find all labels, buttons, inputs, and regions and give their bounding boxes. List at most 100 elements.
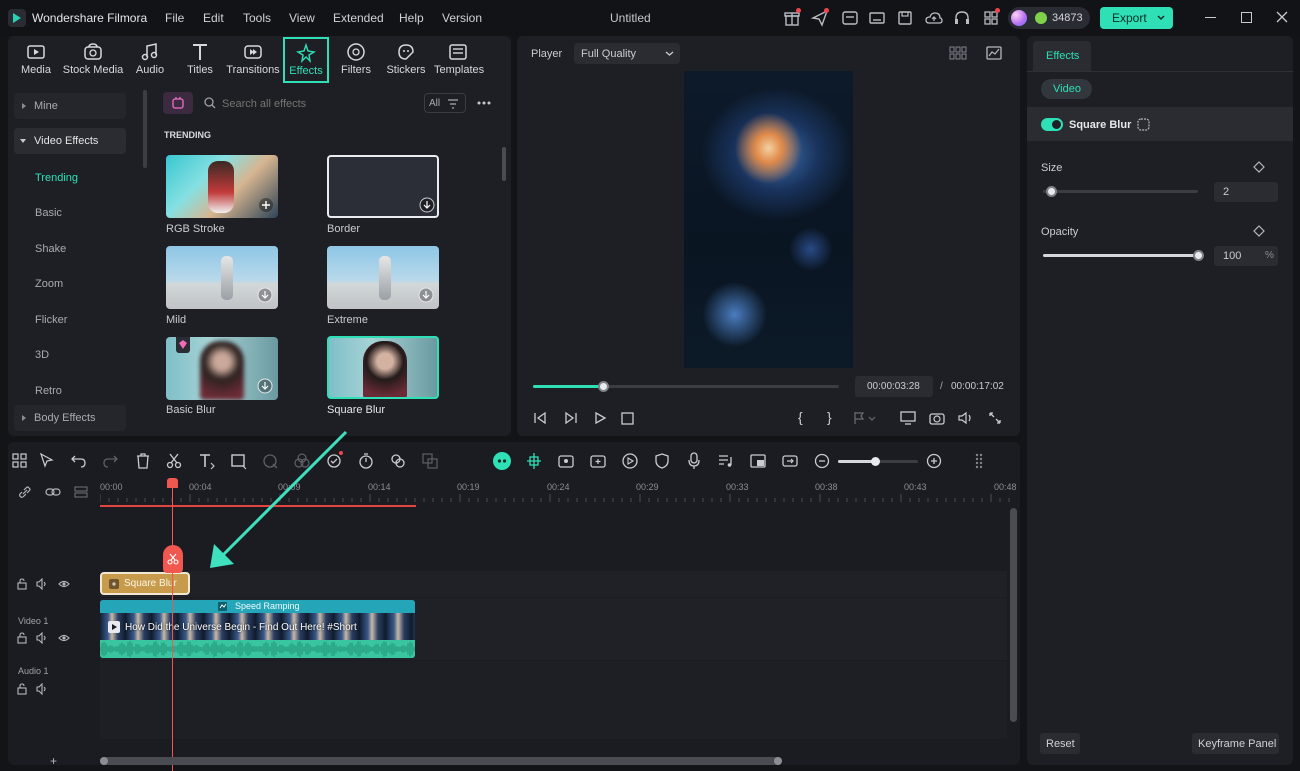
sidebar-item-flicker[interactable]: Flicker [35, 307, 67, 333]
keyframe-diamond-icon[interactable] [1253, 225, 1265, 237]
select-tool-icon[interactable] [37, 451, 57, 471]
size-slider[interactable] [1043, 186, 1198, 197]
effect-thumb-extreme[interactable] [327, 246, 439, 309]
tab-filters[interactable]: Filters [339, 38, 373, 82]
menu-extended[interactable]: Extended [333, 11, 384, 25]
playback-progress[interactable] [533, 381, 839, 392]
timeline-vertical-scrollbar[interactable] [1010, 508, 1017, 722]
stop-icon[interactable] [621, 412, 634, 425]
delete-icon[interactable] [133, 451, 153, 471]
effect-settings-icon[interactable] [1137, 118, 1150, 131]
tab-effects-properties[interactable]: Effects [1033, 41, 1091, 71]
sidebar-item-3d[interactable]: 3D [35, 342, 49, 368]
scope-icon[interactable] [986, 45, 1002, 61]
auto-highlight-icon[interactable] [556, 451, 576, 471]
sidebar-item-basic[interactable]: Basic [35, 200, 62, 226]
menu-view[interactable]: View [289, 11, 315, 25]
speed-icon[interactable] [356, 451, 376, 471]
download-icon[interactable] [257, 378, 273, 394]
zoom-in-icon[interactable] [924, 451, 944, 471]
layout-icon[interactable] [10, 451, 30, 471]
undo-icon[interactable] [69, 451, 89, 471]
split-scissors-icon[interactable] [164, 451, 184, 471]
sidebar-item-zoom[interactable]: Zoom [35, 271, 63, 297]
mark-out-icon[interactable]: } [827, 409, 832, 425]
tab-transitions[interactable]: Transitions [226, 38, 280, 82]
size-slider-handle[interactable] [1045, 186, 1057, 197]
subtab-video[interactable]: Video [1041, 79, 1092, 99]
stabilize-icon[interactable] [388, 451, 408, 471]
effect-thumb-rgb-stroke[interactable] [166, 155, 278, 218]
redo-icon[interactable] [100, 451, 120, 471]
timeline-horizontal-scrollbar[interactable] [100, 757, 782, 765]
more-options-icon[interactable] [476, 98, 492, 108]
search-input[interactable] [222, 94, 412, 114]
add-track-icon[interactable]: + [50, 754, 57, 768]
snapshot-icon[interactable] [929, 411, 945, 425]
download-icon[interactable] [418, 287, 434, 303]
gift-icon[interactable] [782, 8, 802, 28]
add-icon[interactable] [258, 197, 274, 213]
keyframe-diamond-icon[interactable] [1253, 161, 1265, 173]
chain-icon[interactable] [45, 486, 61, 498]
lock-icon[interactable] [16, 683, 28, 695]
fullscreen-icon[interactable] [988, 411, 1002, 425]
size-value-field[interactable]: 2 [1214, 182, 1278, 202]
menu-help[interactable]: Help [399, 11, 424, 25]
effect-thumb-square-blur[interactable] [327, 336, 439, 399]
speaker-icon[interactable] [36, 578, 48, 590]
menu-version[interactable]: Version [442, 11, 482, 25]
volume-icon[interactable] [958, 411, 974, 425]
marker-icon[interactable] [853, 411, 879, 425]
monitor-icon[interactable] [867, 8, 887, 28]
lock-icon[interactable] [16, 578, 28, 590]
quality-dropdown[interactable]: Full Quality [574, 43, 680, 64]
export-button[interactable]: Export [1100, 7, 1173, 29]
opacity-slider[interactable] [1043, 250, 1204, 261]
opacity-value-field[interactable]: 100 % [1214, 246, 1278, 266]
eye-icon[interactable] [58, 578, 70, 590]
effect-thumb-mild[interactable] [166, 246, 278, 309]
tab-media[interactable]: Media [15, 38, 57, 82]
save-icon[interactable] [895, 8, 915, 28]
sidebar-item-mine[interactable]: Mine [14, 93, 126, 119]
menu-file[interactable]: File [165, 11, 184, 25]
replace-icon[interactable] [780, 451, 800, 471]
effect-toggle[interactable] [1041, 118, 1063, 131]
link-icon[interactable] [18, 485, 32, 499]
zoom-out-icon[interactable] [812, 451, 832, 471]
track-manager-icon[interactable] [74, 486, 88, 498]
favorites-button[interactable] [163, 92, 193, 114]
minimize-button[interactable] [1205, 17, 1216, 18]
mark-in-icon[interactable]: { [798, 409, 803, 425]
play-icon[interactable] [593, 411, 607, 425]
translate-icon[interactable] [420, 451, 440, 471]
eye-icon[interactable] [58, 632, 70, 644]
previous-frame-icon[interactable] [533, 411, 547, 425]
audio-list-icon[interactable] [716, 451, 736, 471]
shield-icon[interactable] [652, 451, 672, 471]
tab-audio[interactable]: Audio [130, 38, 170, 82]
microphone-icon[interactable] [684, 451, 704, 471]
speaker-icon[interactable] [36, 683, 48, 695]
sidebar-item-body-effects[interactable]: Body Effects [14, 405, 126, 431]
filter-dropdown[interactable]: All [424, 93, 466, 113]
browser-scrollbar[interactable] [502, 147, 506, 181]
download-icon[interactable] [257, 287, 273, 303]
sidebar-item-video-effects[interactable]: Video Effects [14, 128, 126, 154]
snap-icon[interactable] [524, 451, 544, 471]
ai-assistant-button[interactable] [493, 452, 511, 470]
sidebar-item-shake[interactable]: Shake [35, 236, 66, 262]
zoom-slider-handle[interactable] [871, 457, 880, 466]
sidebar-item-trending[interactable]: Trending [35, 165, 78, 191]
sidebar-item-retro[interactable]: Retro [35, 378, 62, 404]
grid-view-icon[interactable] [949, 46, 967, 60]
apps-grid-icon[interactable] [981, 8, 1001, 28]
download-icon[interactable] [419, 197, 435, 213]
keyframe-panel-button[interactable]: Keyframe Panel [1192, 733, 1279, 754]
close-button[interactable] [1276, 11, 1288, 23]
more-settings-icon[interactable] [970, 451, 990, 471]
tab-titles[interactable]: Titles [182, 38, 218, 82]
playback-render-icon[interactable] [620, 451, 640, 471]
menu-edit[interactable]: Edit [203, 11, 224, 25]
